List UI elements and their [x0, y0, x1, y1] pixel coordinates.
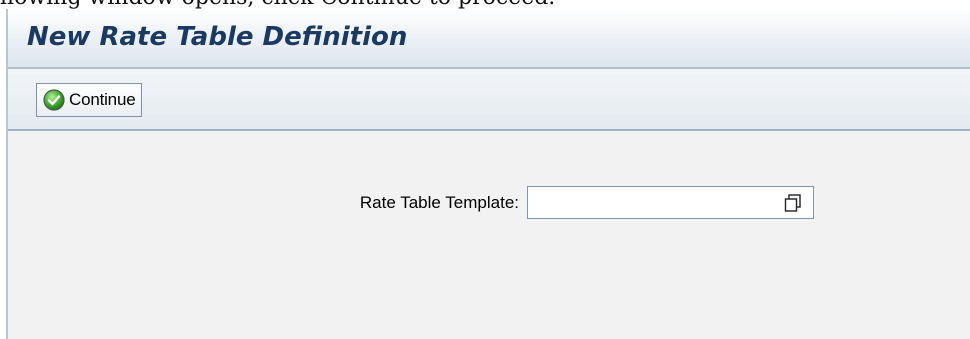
dialog-title: New Rate Table Definition: [27, 22, 408, 52]
rate-table-template-label: Rate Table Template:: [359, 193, 519, 212]
dialog-content: Rate Table Template:: [8, 131, 970, 339]
checkmark-circle-icon: [43, 89, 65, 111]
value-help-icon[interactable]: [783, 193, 803, 213]
continue-button-label: Continue: [69, 90, 136, 109]
rate-table-template-input[interactable]: [528, 187, 790, 218]
dialog-title-bar: New Rate Table Definition: [8, 9, 970, 69]
new-rate-table-dialog: New Rate Table Definition Continue Rate …: [6, 9, 970, 339]
rate-table-template-field: [527, 186, 814, 219]
continue-button[interactable]: Continue: [36, 83, 143, 117]
dialog-toolbar: Continue: [8, 69, 970, 131]
